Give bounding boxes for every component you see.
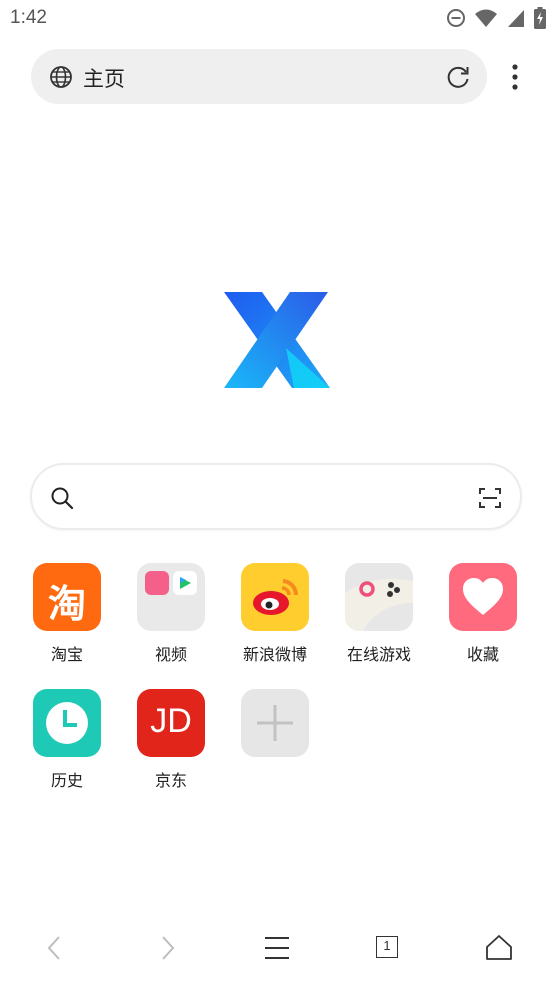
video-folder-icon [137,563,205,631]
battery-charging-icon [534,7,546,29]
shortcut-label: 视频 [154,645,187,664]
do-not-disturb-icon [447,9,465,27]
shortcut-weibo[interactable]: 新浪微博 [223,563,327,665]
address-bar[interactable]: 主页 [31,49,487,104]
tabs-button[interactable]: 1 [374,933,404,963]
shortcut-online-games[interactable]: 在线游戏 [327,563,431,665]
globe-icon [50,66,72,88]
jd-icon: JD [137,689,205,757]
shortcut-history[interactable]: 历史 [15,689,119,791]
back-icon[interactable] [40,933,70,963]
tab-count: 1 [383,938,391,953]
browser-logo [224,292,330,388]
home-icon[interactable] [484,933,514,963]
weibo-icon [241,563,309,631]
search-box[interactable] [32,465,520,528]
address-title: 主页 [83,67,125,91]
forward-icon[interactable] [152,933,182,963]
search-icon [51,487,74,510]
reload-icon[interactable] [445,64,471,90]
shortcut-favorites[interactable]: 收藏 [431,563,535,665]
shortcut-add[interactable] [223,689,327,757]
shortcut-jd[interactable]: JD 京东 [119,689,223,791]
shortcut-label: 新浪微博 [242,645,307,664]
shortcut-label: 京东 [154,771,187,790]
bottom-navigation: 1 [0,915,554,980]
status-bar: 1:42 [0,0,554,38]
shortcut-label: 收藏 [466,645,499,664]
status-time: 1:42 [10,7,47,28]
shortcut-label: 在线游戏 [346,645,411,664]
menu-icon[interactable] [262,933,292,963]
shortcut-taobao[interactable]: 淘 淘宝 [15,563,119,665]
scan-qr-icon[interactable] [478,486,502,510]
online-games-icon [345,563,413,631]
wifi-icon [475,9,497,27]
taobao-icon: 淘 [33,563,101,631]
cell-signal-icon [508,10,524,27]
shortcut-label: 历史 [50,771,83,790]
add-shortcut-icon [241,689,309,757]
shortcut-label: 淘宝 [50,645,83,664]
more-options-icon[interactable] [505,62,525,92]
favorites-heart-icon [449,563,517,631]
shortcut-video[interactable]: 视频 [119,563,223,665]
history-clock-icon [33,689,101,757]
